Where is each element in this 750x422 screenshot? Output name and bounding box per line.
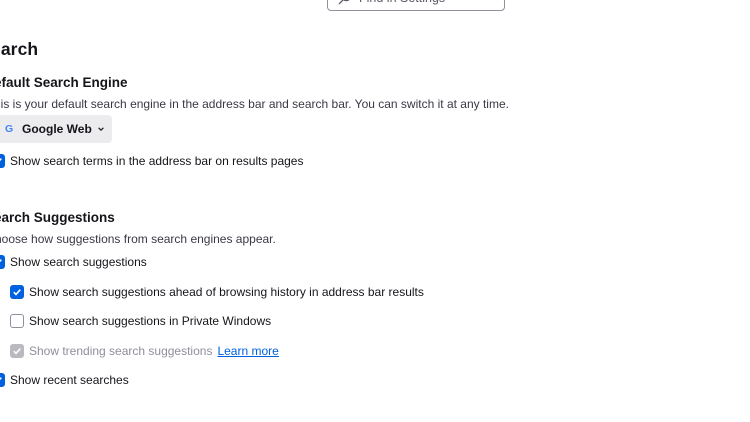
search-engine-dropdown[interactable]: G Google Web [0,115,112,143]
trending-checkbox [10,344,24,358]
check-icon [0,158,2,162]
recent-searches-row[interactable]: Show recent searches [0,370,129,390]
settings-page: earch efault Search Engine nis is your d… [0,0,750,422]
search-input[interactable] [359,0,499,7]
show-terms-checkbox[interactable] [0,154,5,168]
suggestions-ahead-row[interactable]: Show search suggestions ahead of browsin… [10,282,424,302]
find-in-settings-box[interactable] [327,0,505,11]
private-windows-label: Show search suggestions in Private Windo… [29,314,272,328]
trending-row: Show trending search suggestions Learn m… [10,341,279,361]
suggestions-ahead-label: Show search suggestions ahead of browsin… [29,285,424,299]
search-engine-selected: Google Web [22,122,92,136]
default-engine-heading: efault Search Engine [0,75,128,90]
learn-more-link[interactable]: Learn more [217,344,278,358]
private-windows-checkbox[interactable] [10,314,24,328]
page-title: earch [0,39,39,59]
suggestions-description: hoose how suggestions from search engine… [0,232,276,246]
show-suggestions-label: Show search suggestions [10,255,147,269]
private-windows-row[interactable]: Show search suggestions in Private Windo… [10,311,271,331]
suggestions-heading: earch Suggestions [0,210,115,225]
show-terms-label: Show search terms in the address bar on … [10,154,304,168]
google-icon: G [5,123,14,135]
check-icon [13,348,21,355]
search-icon [338,0,350,5]
recent-searches-checkbox[interactable] [0,373,5,387]
show-terms-row[interactable]: Show search terms in the address bar on … [0,151,303,171]
check-icon [0,259,2,263]
show-suggestions-row[interactable]: Show search suggestions [0,252,147,272]
default-engine-description: nis is your default search engine in the… [0,97,509,111]
suggestions-ahead-checkbox[interactable] [10,285,24,299]
check-icon [13,289,21,296]
trending-label: Show trending search suggestions [29,344,213,358]
check-icon [0,377,2,381]
show-suggestions-checkbox[interactable] [0,255,5,269]
chevron-down-icon [97,127,104,131]
recent-searches-label: Show recent searches [10,373,129,387]
